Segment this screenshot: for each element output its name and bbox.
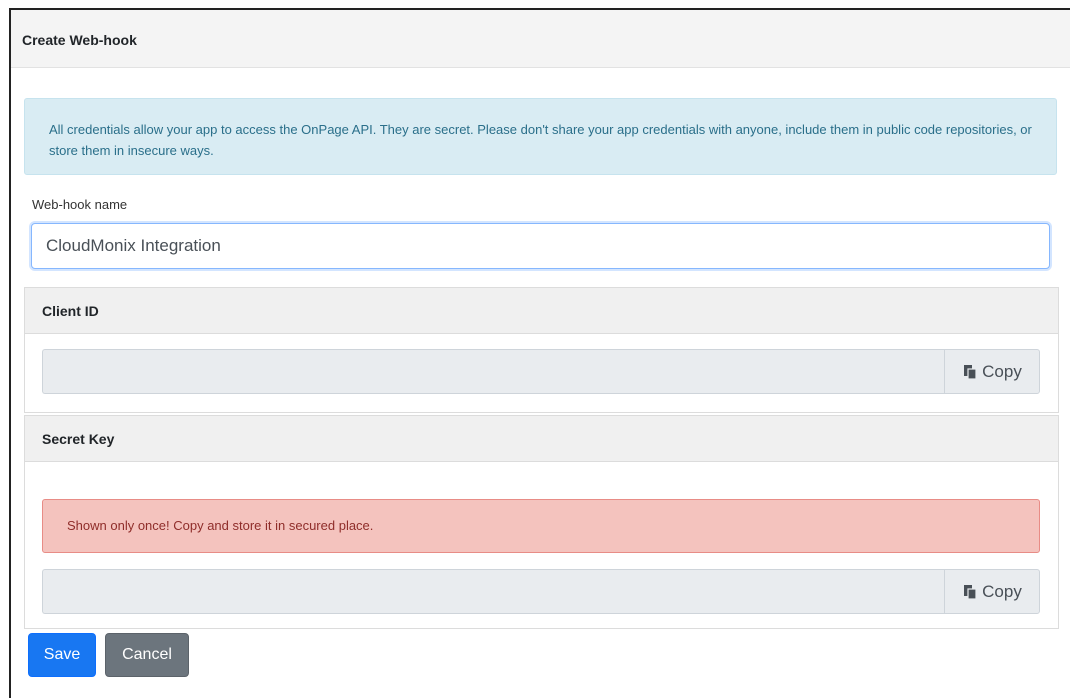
secret-key-copy-button[interactable]: Copy	[944, 569, 1040, 614]
copy-button-label: Copy	[982, 361, 1022, 381]
cancel-button[interactable]: Cancel	[105, 633, 189, 677]
secret-key-card: Secret Key Shown only once! Copy and sto…	[24, 415, 1059, 629]
save-button[interactable]: Save	[28, 633, 96, 677]
copy-icon	[964, 364, 977, 380]
client-id-input-group: Copy	[42, 349, 1040, 394]
modal-header: Create Web-hook	[11, 10, 1070, 68]
webhook-name-label: Web-hook name	[32, 197, 128, 212]
copy-button-label: Copy	[982, 581, 1022, 601]
secret-key-title: Secret Key	[25, 416, 1058, 462]
client-id-card: Client ID Copy	[24, 287, 1059, 413]
copy-icon	[964, 584, 977, 600]
client-id-copy-button[interactable]: Copy	[944, 349, 1040, 394]
modal-title: Create Web-hook	[22, 32, 137, 48]
client-id-field[interactable]	[42, 349, 944, 394]
webhook-name-input[interactable]	[31, 223, 1050, 269]
secret-warning-alert: Shown only once! Copy and store it in se…	[42, 499, 1040, 553]
info-alert: All credentials allow your app to access…	[24, 98, 1057, 175]
modal: Create Web-hook All credentials allow yo…	[9, 8, 1070, 698]
secret-key-field[interactable]	[42, 569, 944, 614]
secret-key-input-group: Copy	[42, 569, 1040, 614]
client-id-title: Client ID	[25, 288, 1058, 334]
